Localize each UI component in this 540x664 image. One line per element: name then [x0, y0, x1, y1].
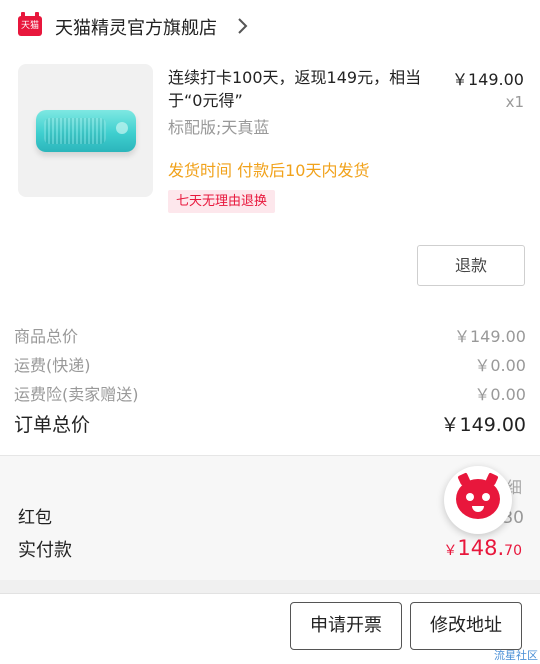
product-sku: 标配版;天真蓝: [168, 118, 270, 137]
store-name[interactable]: 天猫精灵官方旗舰店: [55, 14, 217, 40]
shipping-note: 发货时间 付款后10天内发货: [168, 161, 370, 180]
assistant-float-icon[interactable]: [444, 466, 512, 534]
product-price: ￥149.00: [452, 70, 524, 89]
order-total-label: 订单总价: [14, 414, 91, 436]
refund-button[interactable]: 退款: [417, 245, 525, 286]
summary-label: 商品总价: [14, 327, 79, 346]
summary-label: 运费(快递): [14, 356, 91, 375]
order-total-row: 订单总价 ￥149.00: [14, 410, 526, 436]
summary-label: 运费险(卖家赠送): [14, 385, 139, 404]
chevron-right-icon[interactable]: [233, 16, 253, 36]
invoice-button[interactable]: 申请开票: [290, 602, 402, 650]
eye-icon: [482, 493, 490, 501]
tmall-logo-icon: 天猫: [18, 12, 42, 36]
eye-icon: [466, 493, 474, 501]
modify-address-button[interactable]: 修改地址: [410, 602, 522, 650]
watermark: 流星社区: [494, 649, 538, 662]
paid-label: 实付款: [18, 540, 72, 561]
red-packet-label: 红包: [18, 508, 52, 528]
summary-row-goods: 商品总价 ￥149.00: [14, 323, 526, 349]
return-policy-badge: 七天无理由退换: [168, 190, 276, 213]
paid-integer: 148.: [457, 536, 505, 560]
summary-value: ￥0.00: [474, 385, 526, 404]
paid-currency: ￥: [443, 543, 458, 559]
store-header[interactable]: 天猫 天猫精灵官方旗舰店: [0, 0, 540, 52]
summary-row-insurance: 运费险(卖家赠送) ￥0.00: [14, 381, 526, 407]
summary-value: ￥149.00: [454, 327, 526, 346]
summary-value: ￥0.00: [474, 356, 526, 375]
product-title[interactable]: 连续打卡100天，返现149元，相当于“0元得”: [168, 66, 433, 112]
section-gap: [0, 580, 540, 594]
tmall-genie-icon: [456, 479, 500, 519]
paid-decimal: 70: [504, 543, 522, 559]
paid-amount: ￥148.70: [443, 536, 522, 560]
order-total-value: ￥149.00: [440, 414, 526, 436]
summary-row-shipping: 运费(快递) ￥0.00: [14, 352, 526, 378]
product-image[interactable]: [18, 64, 153, 197]
mouth-icon: [472, 506, 484, 512]
smart-speaker-image: [36, 110, 136, 152]
product-quantity: x1: [505, 93, 524, 111]
